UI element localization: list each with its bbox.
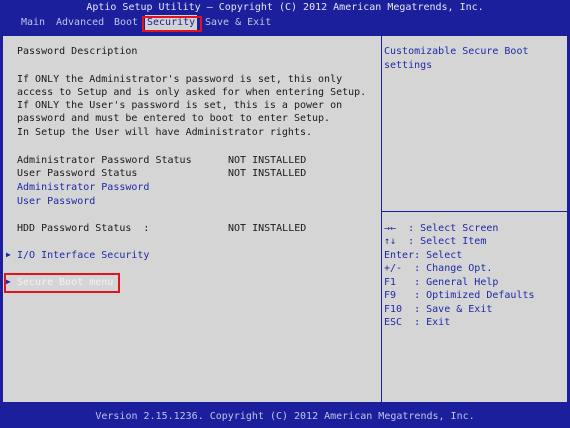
tab-save-exit[interactable]: Save & Exit <box>203 15 273 30</box>
description-line-4: password and must be entered to boot to … <box>17 113 331 124</box>
help-key-change-opt: +/- : Change Opt. <box>384 263 493 274</box>
secure-boot-highlight <box>4 273 120 293</box>
help-key-select-screen: →← : Select Screen <box>384 223 499 234</box>
help-key-select-item: ↑↓ : Select Item <box>384 236 487 247</box>
description-line-2: access to Setup and is only asked for wh… <box>17 87 367 98</box>
description-line-1: If ONLY the Administrator's password is … <box>17 74 343 85</box>
submenu-arrow-icon: ▶ <box>6 250 11 259</box>
tab-advanced[interactable]: Advanced <box>54 15 106 30</box>
help-text-line-2: settings <box>384 60 433 71</box>
menu-bar: Main Advanced Boot Security Save & Exit <box>0 15 570 30</box>
hdd-password-status-label: HDD Password Status : <box>17 223 150 234</box>
version-text: Version 2.15.1236. Copyright (C) 2012 Am… <box>95 411 475 422</box>
admin-password-status-label: Administrator Password Status <box>17 155 192 166</box>
tab-boot[interactable]: Boot <box>112 15 140 30</box>
help-divider-horizontal <box>382 211 567 212</box>
description-line-5: In Setup the User will have Administrato… <box>17 127 313 138</box>
hdd-password-status-value: NOT INSTALLED <box>228 223 307 234</box>
help-key-f10: F10 : Save & Exit <box>384 304 493 315</box>
panel-divider-vertical <box>381 36 382 402</box>
security-tab-highlight <box>142 16 202 32</box>
admin-password-status-value: NOT INSTALLED <box>228 155 307 166</box>
help-text-line-1: Customizable Secure Boot <box>384 46 529 57</box>
title-bar: Aptio Setup Utility – Copyright (C) 2012… <box>0 0 570 15</box>
user-password-status-value: NOT INSTALLED <box>228 168 307 179</box>
help-key-f9: F9 : Optimized Defaults <box>384 290 535 301</box>
description-line-3: If ONLY the User's password is set, this… <box>17 100 343 111</box>
footer: Version 2.15.1236. Copyright (C) 2012 Am… <box>0 406 570 428</box>
user-password-status-label: User Password Status <box>17 168 138 179</box>
help-key-f1: F1 : General Help <box>384 277 499 288</box>
help-key-enter: Enter: Select <box>384 250 463 261</box>
administrator-password-item[interactable]: Administrator Password <box>17 181 149 194</box>
help-key-esc: ESC : Exit <box>384 317 451 328</box>
io-interface-security-item[interactable]: I/O Interface Security <box>17 249 149 262</box>
main-panel: Password Description If ONLY the Adminis… <box>2 35 568 403</box>
user-password-item[interactable]: User Password <box>17 195 95 208</box>
tab-main[interactable]: Main <box>19 15 47 30</box>
app-title: Aptio Setup Utility – Copyright (C) 2012… <box>86 2 484 13</box>
password-description-heading: Password Description <box>17 46 138 57</box>
